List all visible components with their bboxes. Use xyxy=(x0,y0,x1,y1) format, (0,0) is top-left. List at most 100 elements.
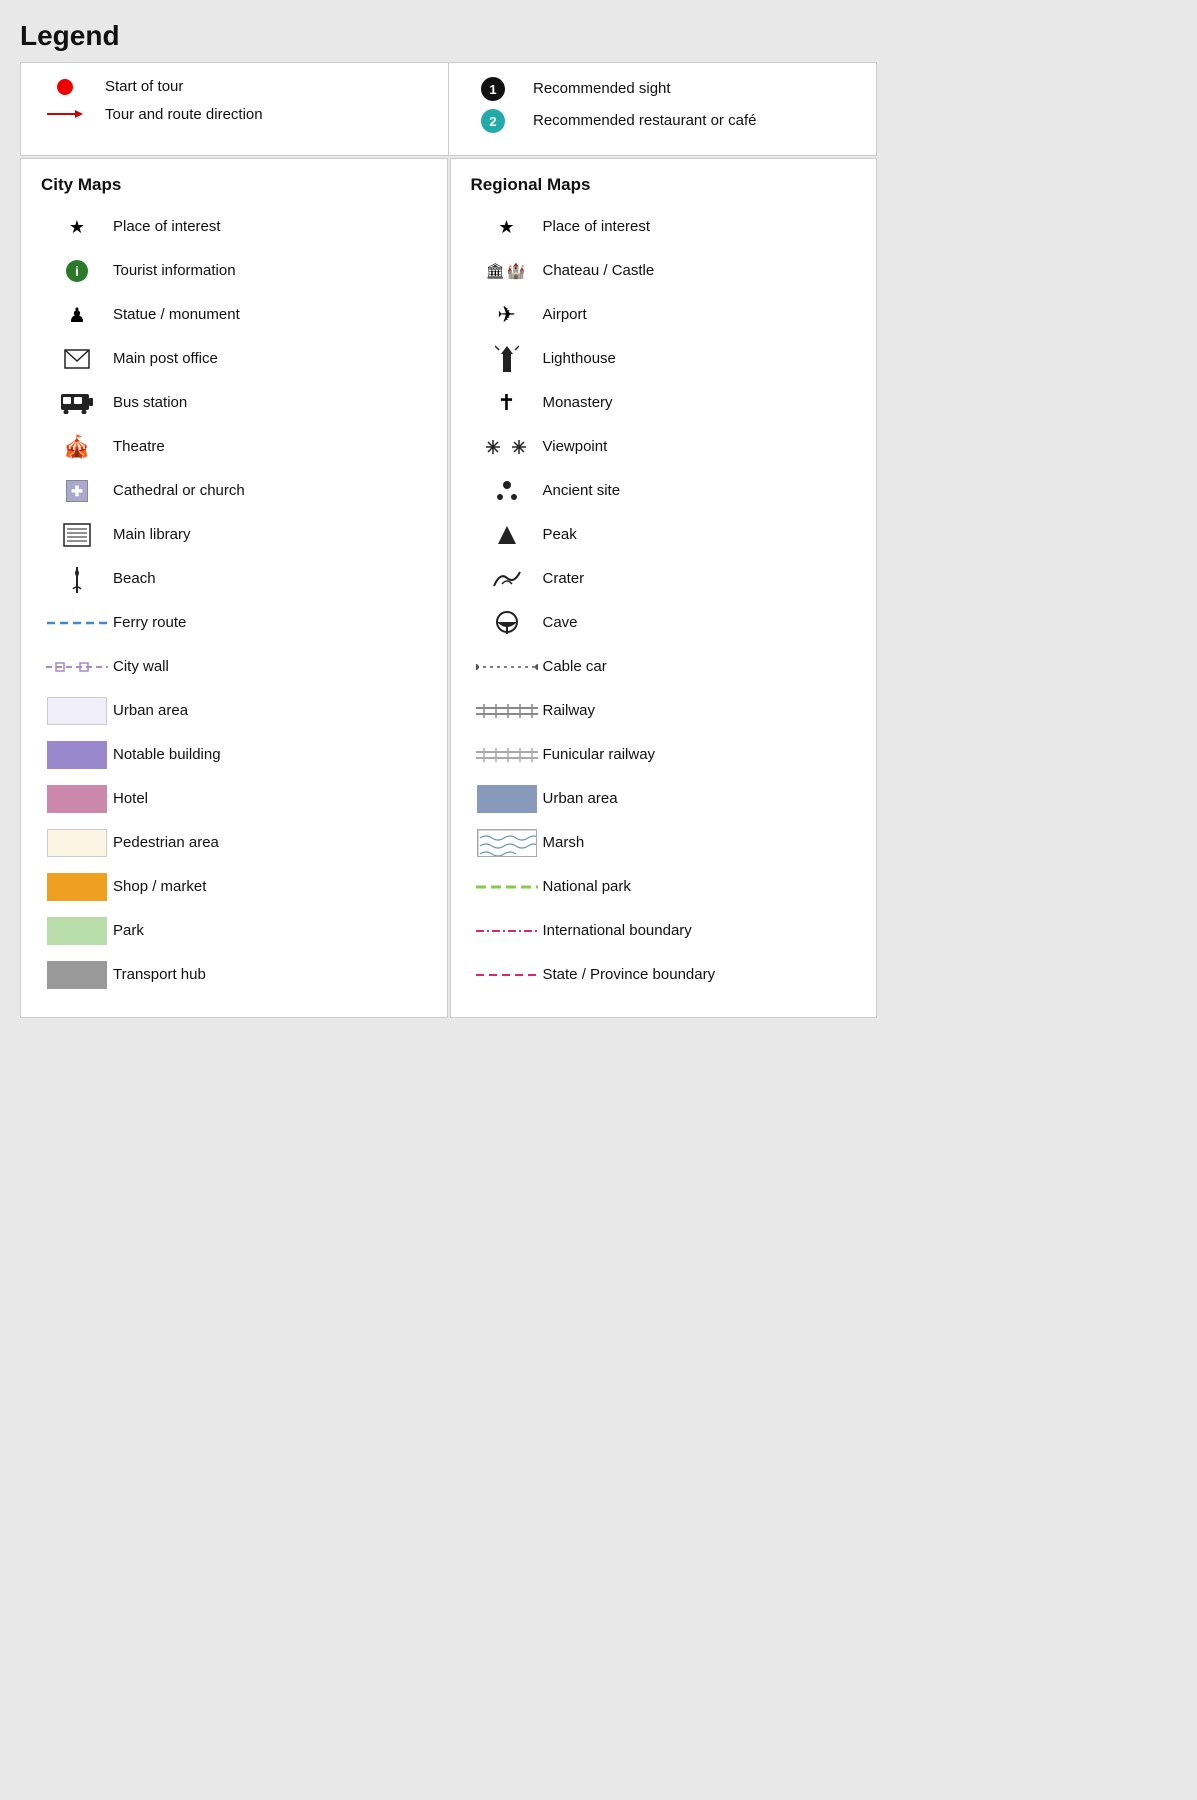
ferry-dashed-icon xyxy=(47,618,107,628)
page: Legend Start of tour Tour and route dire… xyxy=(20,20,877,1018)
shop-market-label: Shop / market xyxy=(113,877,206,897)
legend-title: Legend xyxy=(20,20,877,52)
park-row: Park xyxy=(41,909,427,953)
arrow-red-icon xyxy=(45,107,85,121)
viewpoint-label: Viewpoint xyxy=(543,437,608,457)
airport-row: ✈ Airport xyxy=(471,293,857,337)
cross-icon: ✝ xyxy=(497,390,515,416)
pedestrian-area-label: Pedestrian area xyxy=(113,833,219,853)
state-boundary-icon-cell xyxy=(471,969,543,981)
rec-sight-label: Recommended sight xyxy=(533,79,671,99)
start-of-tour-row: Start of tour xyxy=(41,77,428,97)
city-maps-panel: City Maps ★ Place of interest i Tourist … xyxy=(20,158,448,1018)
airport-icon-cell: ✈ xyxy=(471,302,543,328)
transport-hub-row: Transport hub xyxy=(41,953,427,997)
pedestrian-area-row: Pedestrian area xyxy=(41,821,427,865)
beach-flag-icon xyxy=(67,565,87,593)
tourist-info-label: Tourist information xyxy=(113,261,236,281)
park-icon-cell xyxy=(41,917,113,945)
tour-route-row: Tour and route direction xyxy=(41,105,428,125)
cave-icon-cell xyxy=(471,610,543,636)
national-park-icon xyxy=(476,882,538,892)
lighthouse-row: Lighthouse xyxy=(471,337,857,381)
chateau-icon-cell: 🏛🏰 xyxy=(471,262,543,280)
monastery-label: Monastery xyxy=(543,393,613,413)
tour-route-label: Tour and route direction xyxy=(105,105,263,125)
top-right: 1 Recommended sight 2 Recommended restau… xyxy=(449,63,876,155)
urban-area-regional-row: Urban area xyxy=(471,777,857,821)
intl-boundary-icon xyxy=(476,925,538,937)
cave-row: Cave xyxy=(471,601,857,645)
ancient-site-label: Ancient site xyxy=(543,481,621,501)
bus-station-label: Bus station xyxy=(113,393,187,413)
envelope-icon xyxy=(64,349,90,369)
monastery-row: ✝ Monastery xyxy=(471,381,857,425)
notable-building-icon-cell xyxy=(41,741,113,769)
urban-area-city-icon-cell xyxy=(41,697,113,725)
national-park-icon-cell xyxy=(471,882,543,892)
shop-market-row: Shop / market xyxy=(41,865,427,909)
beach-label: Beach xyxy=(113,569,156,589)
funicular-icon xyxy=(476,748,538,762)
cable-car-icon xyxy=(476,660,538,674)
peak-icon-cell xyxy=(471,524,543,546)
national-park-row: National park xyxy=(471,865,857,909)
post-office-label: Main post office xyxy=(113,349,218,369)
lighthouse-label: Lighthouse xyxy=(543,349,616,369)
hotel-icon-cell xyxy=(41,785,113,813)
library-label: Main library xyxy=(113,525,191,545)
rec-restaurant-row: 2 Recommended restaurant or café xyxy=(469,109,856,133)
pedestrian-area-swatch xyxy=(47,829,107,857)
city-place-of-interest-label: Place of interest xyxy=(113,217,221,237)
shop-market-icon-cell xyxy=(41,873,113,901)
cathedral-row: ✚ Cathedral or church xyxy=(41,469,427,513)
red-dot-icon xyxy=(57,79,73,95)
pedestrian-area-icon-cell xyxy=(41,829,113,857)
transport-hub-swatch xyxy=(47,961,107,989)
cathedral-icon-cell: ✚ xyxy=(41,480,113,502)
city-wall-icon-cell xyxy=(41,659,113,675)
start-of-tour-icon-cell xyxy=(41,79,89,95)
bus-icon xyxy=(60,392,94,414)
funicular-row: Funicular railway xyxy=(471,733,857,777)
top-section: Start of tour Tour and route direction 1 xyxy=(20,62,877,156)
peak-icon xyxy=(496,524,518,546)
park-label: Park xyxy=(113,921,144,941)
cable-car-row: Cable car xyxy=(471,645,857,689)
cable-car-label: Cable car xyxy=(543,657,607,677)
marsh-row: Marsh xyxy=(471,821,857,865)
church-cross-icon: ✚ xyxy=(66,480,88,502)
ancient-site-icon-cell xyxy=(471,479,543,503)
regional-place-of-interest-icon: ★ xyxy=(471,217,543,238)
state-boundary-label: State / Province boundary xyxy=(543,965,716,985)
theatre-icon-cell: 🎪 xyxy=(41,434,113,460)
theatre-masks-icon: 🎪 xyxy=(63,434,90,460)
marsh-label: Marsh xyxy=(543,833,585,853)
airport-label: Airport xyxy=(543,305,587,325)
crater-icon-cell xyxy=(471,568,543,590)
statue-label: Statue / monument xyxy=(113,305,240,325)
rec-sight-icon-cell: 1 xyxy=(469,77,517,101)
transport-hub-label: Transport hub xyxy=(113,965,206,985)
urban-area-city-swatch xyxy=(47,697,107,725)
beach-row: Beach xyxy=(41,557,427,601)
crater-row: Crater xyxy=(471,557,857,601)
main-section: City Maps ★ Place of interest i Tourist … xyxy=(20,158,877,1018)
lighthouse-icon xyxy=(495,344,519,374)
theatre-row: 🎪 Theatre xyxy=(41,425,427,469)
urban-area-city-label: Urban area xyxy=(113,701,188,721)
cave-label: Cave xyxy=(543,613,578,633)
viewpoint-icon-cell xyxy=(471,436,543,458)
city-wall-icon xyxy=(46,659,108,675)
railway-row: Railway xyxy=(471,689,857,733)
funicular-icon-cell xyxy=(471,748,543,762)
urban-area-regional-label: Urban area xyxy=(543,789,618,809)
num1-black-icon: 1 xyxy=(481,77,505,101)
hotel-label: Hotel xyxy=(113,789,148,809)
tourist-info-icon-cell: i xyxy=(41,260,113,282)
chateau-icon: 🏛🏰 xyxy=(486,262,528,280)
num2-green-icon: 2 xyxy=(481,109,505,133)
chess-piece-icon: ♟ xyxy=(68,303,86,328)
notable-building-row: Notable building xyxy=(41,733,427,777)
top-left: Start of tour Tour and route direction xyxy=(21,63,449,155)
